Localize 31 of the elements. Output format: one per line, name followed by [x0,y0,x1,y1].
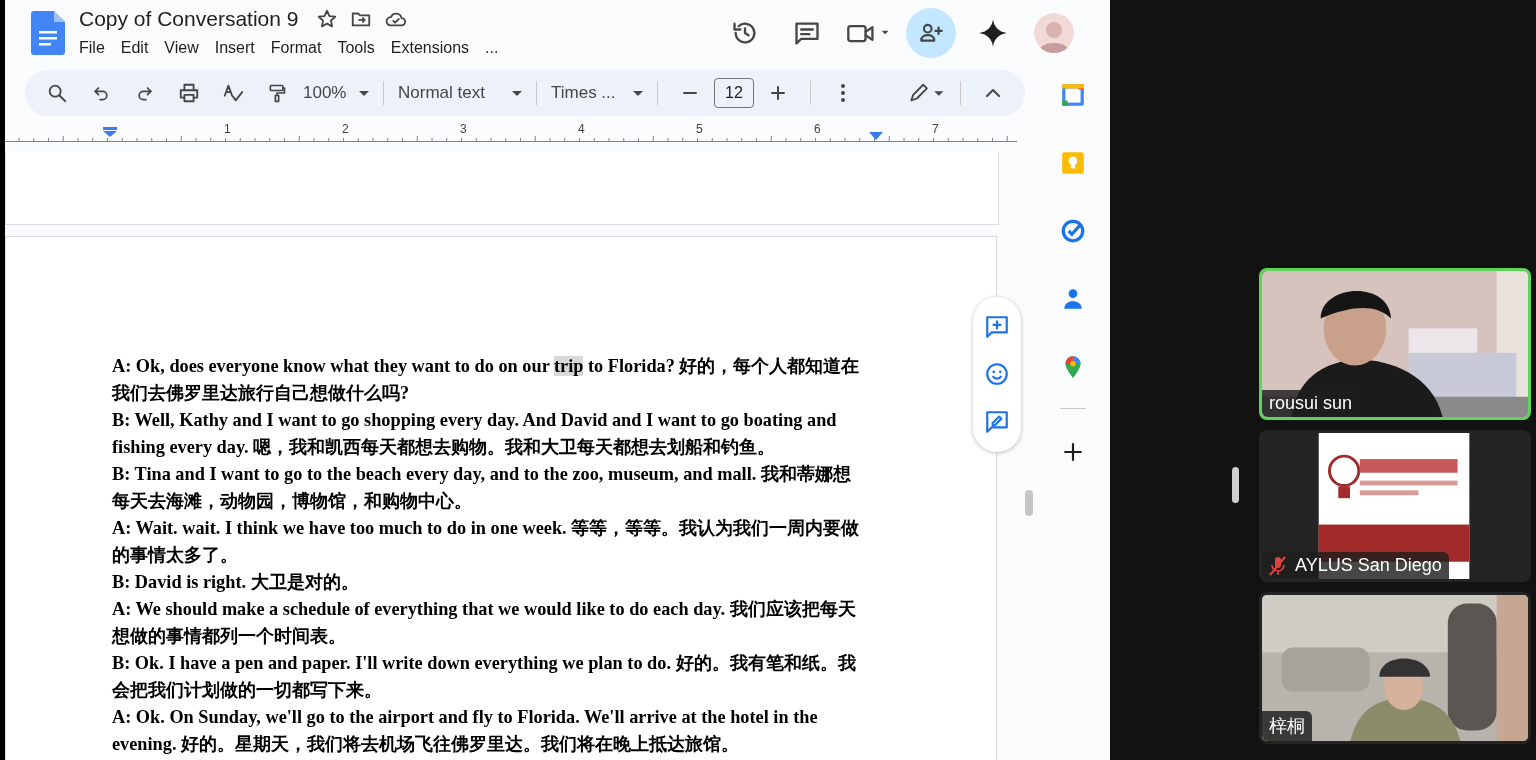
paragraph: B: Tina and I want to go to the beach every day, and to the zoo, museum, and mall. 我和蒂娜想每天去海滩，动物园，博物馆，和购物中心。 [112,463,852,513]
menu-item[interactable]: Format [264,37,328,59]
participant-name: rousui sun [1269,393,1353,414]
menu-item[interactable]: Extensions [384,37,476,59]
style-dropdown[interactable]: Normal text [396,75,524,111]
paragraph: B: David is right. 大卫是对的。 [112,571,360,594]
ruler-number: 4 [578,122,585,136]
font-size-field[interactable]: 12 [714,78,754,108]
participant-name: AYLUS San Diego [1295,555,1442,576]
menu-item[interactable]: Edit [114,37,155,59]
font-dropdown[interactable]: Times ... [549,75,645,111]
menu-item[interactable]: View [158,37,205,59]
paragraph: A: Wait. wait. I think we have too much to do in one week. 等等，等等。我认为我们一周内要做的事情太多了。 [112,517,861,567]
paragraph: A: We should make a schedule of everything that we would like to do each day. 我们应该把每天想做的事情都列一个时间表。 [112,598,857,648]
paragraph: B: Ok. I have a pen and paper. I'll write down everything we plan to do. 好的。我有笔和纸。我会把我们计划做的一切都写下来。 [112,652,857,702]
menu-item[interactable]: Tools [331,37,381,59]
ruler-number: 3 [460,122,467,136]
menu-item[interactable]: File [73,37,111,59]
ruler-number: 2 [342,122,349,136]
document-title[interactable]: Copy of Conversation 9 [79,7,299,31]
ruler-number: 6 [814,122,821,136]
paragraph: A: Ok, does everyone know what they want to do on our trip to Florida? 好的，每个人都知道在我们去佛罗里达旅行自己想做什么吗? [112,355,861,405]
paragraph: A: Ok. On Sunday, we'll go to the airport and fly to Florida. We'll arrive at the hotel in the evening. 好的。星期天，我们将去机场飞往佛罗里达。我们将在晚上抵达旅馆。 [112,706,819,756]
ruler-number: 5 [696,122,703,136]
ruler-number: 7 [932,122,939,136]
zoom-dropdown[interactable]: 100% [301,75,371,111]
menu-item[interactable]: ... [479,37,505,59]
participant-name: 梓桐 [1269,715,1305,738]
menu-item[interactable]: Insert [208,37,261,59]
paragraph: B: Well, Kathy and I want to go shopping every day. And David and I want to go boating and fishing every day. 嗯，我和凯西每天都想去购物。我和大卫每天都想去划船和钓鱼。 [112,409,838,459]
ruler-number: 1 [224,122,231,136]
